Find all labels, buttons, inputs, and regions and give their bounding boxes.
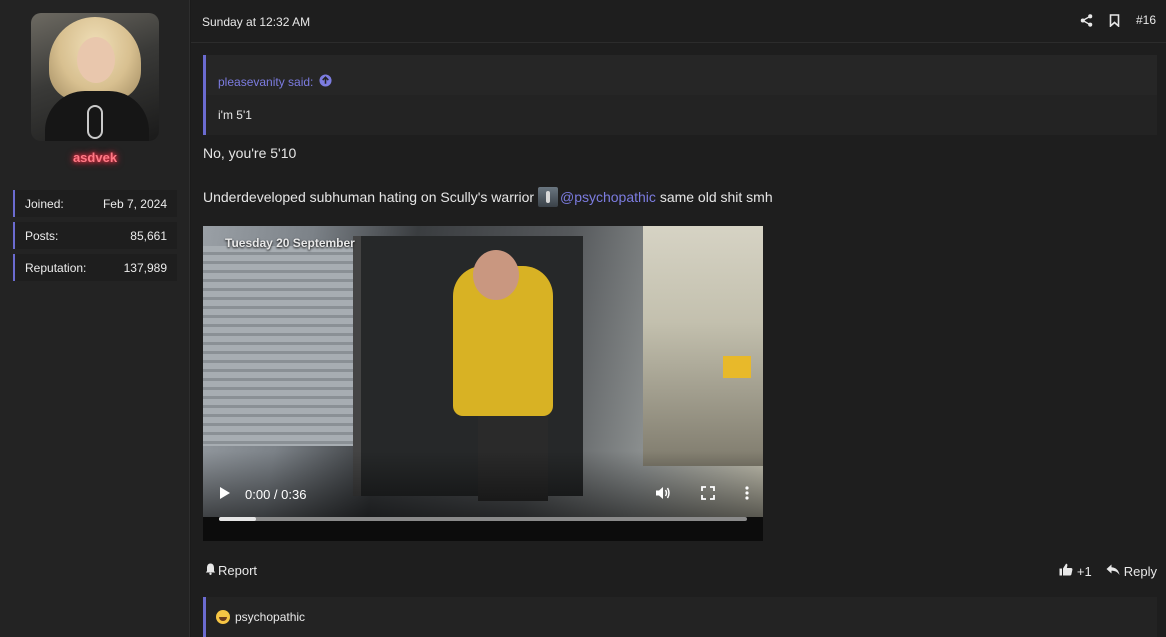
reaction-user[interactable]: psychopathic — [235, 610, 305, 624]
reply-button[interactable]: Reply — [1106, 564, 1157, 579]
reply-icon — [1106, 564, 1120, 579]
stat-value: 137,989 — [123, 260, 167, 275]
stat-joined: Joined: Feb 7, 2024 — [13, 190, 177, 217]
thumbs-up-icon — [1059, 563, 1073, 579]
stat-label: Joined: — [25, 196, 64, 211]
message-text: same old shit smh — [659, 189, 773, 205]
report-link[interactable]: Report — [205, 563, 257, 578]
stat-value: Feb 7, 2024 — [102, 196, 167, 211]
more-options-icon[interactable] — [745, 485, 749, 503]
video-controls: 0:00 / 0:36 — [219, 484, 749, 504]
custom-emoji-icon — [537, 187, 558, 207]
fullscreen-icon[interactable] — [701, 485, 715, 503]
stat-label: Posts: — [25, 228, 59, 243]
volume-icon[interactable] — [655, 485, 671, 504]
quote-text: i'm 5'1 — [218, 108, 252, 122]
quote-header[interactable]: pleasevanity said: — [206, 55, 1157, 95]
reaction-count: +1 — [1076, 563, 1092, 579]
message-line-2: Underdeveloped subhuman hating on Scully… — [203, 187, 773, 207]
username[interactable]: asdvek — [0, 150, 190, 165]
video-time: 0:00 / 0:36 — [245, 486, 307, 502]
message-text: Underdeveloped subhuman hating on Scully… — [203, 189, 535, 205]
quote-author[interactable]: pleasevanity said: — [218, 75, 313, 89]
post-number-link[interactable]: #16 — [1136, 13, 1156, 27]
play-icon[interactable] — [219, 486, 231, 503]
stat-value: 85,661 — [130, 228, 167, 243]
quote-block: pleasevanity said: i'm 5'1 — [203, 55, 1157, 135]
stat-label: Reputation: — [25, 260, 87, 275]
user-avatar[interactable] — [31, 13, 159, 141]
post-footer: Report +1 Reply — [203, 563, 1157, 581]
bell-icon — [205, 563, 216, 578]
like-button[interactable]: +1 — [1059, 563, 1092, 579]
arrow-up-circle-icon[interactable] — [319, 73, 332, 90]
stat-posts: Posts: 85,661 — [13, 222, 177, 249]
stat-reputation: Reputation: 137,989 — [13, 254, 177, 281]
share-icon[interactable] — [1080, 13, 1094, 27]
post-actions: #16 — [1080, 13, 1156, 27]
video-progress-bar[interactable] — [219, 517, 747, 521]
post-main: Sunday at 12:32 AM #16 pleasevanity said… — [191, 0, 1166, 637]
reply-label: Reply — [1123, 563, 1157, 579]
user-mention-link[interactable]: @psychopathic — [560, 189, 656, 205]
post-date[interactable]: Sunday at 12:32 AM — [202, 15, 310, 29]
video-progress-fill — [219, 517, 256, 521]
laughing-emoji-icon — [216, 610, 230, 624]
reactions-bar[interactable]: psychopathic — [203, 597, 1157, 637]
report-label: Report — [218, 563, 258, 578]
post-header: Sunday at 12:32 AM #16 — [191, 0, 1166, 43]
message-line-1: No, you're 5'10 — [203, 145, 297, 161]
bookmark-icon[interactable] — [1108, 13, 1122, 27]
video-player[interactable]: Tuesday 20 September 0:00 / 0:36 — [203, 226, 763, 541]
video-caption: Tuesday 20 September — [225, 236, 355, 250]
user-sidebar: asdvek Joined: Feb 7, 2024 Posts: 85,661… — [0, 0, 190, 637]
